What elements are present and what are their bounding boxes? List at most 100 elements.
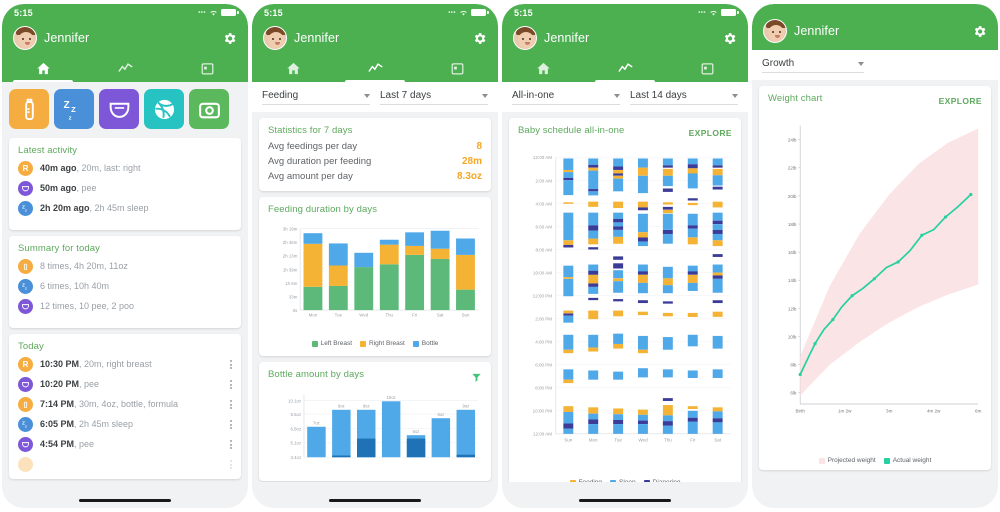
table-row-partial[interactable] — [18, 457, 232, 472]
schedule-block — [637, 201, 648, 208]
quick-actions-row[interactable]: Z Z z — [2, 82, 248, 132]
kebab-menu-icon[interactable] — [230, 420, 232, 429]
tab-stats[interactable] — [84, 55, 166, 82]
schedule-block — [563, 349, 574, 354]
kebab-menu-icon[interactable] — [230, 360, 232, 369]
table-row[interactable]: 7:14 PM, 30m, 4oz, bottle, formula — [18, 397, 232, 412]
quick-action-feeding[interactable] — [9, 89, 49, 129]
gear-icon[interactable] — [972, 24, 987, 39]
feeding-stats-body: Feeding Last 7 days Statistics for 7 day… — [252, 82, 498, 508]
schedule-block — [712, 407, 723, 412]
profile-row[interactable]: Jennifer — [252, 21, 498, 55]
tab-stats[interactable] — [334, 55, 416, 82]
gear-icon[interactable] — [722, 31, 737, 46]
schedule-block — [613, 212, 624, 219]
row-time: 4:54 PM — [40, 439, 75, 450]
baby-name: Jennifer — [44, 31, 90, 45]
filter-funnel-icon[interactable] — [471, 372, 482, 383]
quick-action-activity[interactable] — [144, 89, 184, 129]
category-select[interactable]: Feeding — [262, 90, 370, 105]
stat-value: 8 — [476, 141, 482, 152]
explore-button[interactable]: EXPLORE — [689, 128, 732, 138]
list-item: 8 times, 4h 20m, 11oz — [18, 259, 232, 274]
quick-action-more[interactable] — [189, 89, 229, 129]
gear-icon[interactable] — [472, 31, 487, 46]
schedule-block — [563, 423, 574, 429]
tab-home[interactable] — [2, 55, 84, 82]
list-item-detail: , 20m, last: right — [76, 163, 141, 174]
schedule-block — [588, 347, 599, 352]
quick-action-sleep[interactable]: Z Z z — [54, 89, 94, 129]
baby-avatar[interactable] — [263, 26, 287, 50]
table-row[interactable]: R 10:30 PM, 20m, right breast — [18, 357, 232, 372]
x-tick-label: Wed — [359, 313, 368, 318]
home-icon — [286, 62, 300, 75]
stat-row: Avg amount per day 8.3oz — [268, 171, 482, 182]
profile-row[interactable]: Jennifer — [752, 12, 998, 50]
tab-home[interactable] — [252, 55, 334, 82]
table-row[interactable]: 4:54 PM, pee — [18, 437, 232, 452]
schedule-block — [712, 158, 723, 166]
schedule-block — [662, 266, 673, 279]
schedule-block — [687, 158, 698, 165]
list-item-detail: , pee — [76, 183, 97, 194]
schedule-block — [588, 370, 599, 380]
table-row[interactable]: 10:20 PM, pee — [18, 377, 232, 392]
kebab-menu-icon[interactable] — [230, 400, 232, 409]
quick-action-diaper[interactable] — [99, 89, 139, 129]
card-title: Feeding duration by days — [268, 204, 378, 215]
filter-selectors[interactable]: All-in-one Last 14 days — [502, 82, 748, 112]
status-bar: 5:15 ••• — [252, 4, 498, 21]
y-tick-label: 4:00 AM — [535, 201, 552, 206]
profile-row[interactable]: Jennifer — [502, 21, 748, 55]
explore-button[interactable]: EXPLORE — [939, 96, 982, 106]
category-select[interactable]: Growth — [762, 58, 864, 73]
schedule-block — [613, 343, 624, 349]
baby-schedule-chart[interactable]: 12:00 AM 2:00 AM 4:00 AM 6:00 AM 8:00 AM 10:0… — [518, 141, 732, 471]
tab-bar[interactable] — [502, 55, 748, 82]
gear-icon[interactable] — [222, 31, 237, 46]
list-item[interactable]: Zz 2h 20m ago, 2h 45m sleep — [18, 201, 232, 216]
schedule-block — [687, 225, 698, 229]
schedule-block — [712, 369, 723, 378]
list-item[interactable]: R 40m ago, 20m, last: right — [18, 161, 232, 176]
y-tick-label: 12:00 AM — [533, 432, 552, 437]
kebab-menu-icon[interactable] — [230, 460, 232, 469]
weight-chart[interactable]: 24lb 22lb 20lb 18lb 16lb 14lb 12lb 10lb 8lb 6lb Bi… — [768, 109, 982, 449]
y-tick-label: 8.5oz — [291, 412, 302, 417]
baby-avatar[interactable] — [513, 26, 537, 50]
schedule-block — [662, 425, 673, 434]
legend-label: Left Breast — [320, 340, 353, 347]
schedule-block — [712, 278, 723, 293]
bar-value-label: 8oz — [438, 412, 445, 417]
list-item[interactable]: 50m ago, pee — [18, 181, 232, 196]
phone-screenshot-all-in-one: 5:15 ••• Jennifer All-in-one Last 14 day… — [502, 4, 748, 508]
bottle-amount-chart[interactable]: 10.1oz 8.5oz 6.8oz 5.1oz 3.4oz 7oz 9oz 9oz 10oz 6… — [268, 385, 482, 467]
schedule-block — [637, 232, 648, 238]
filter-selectors[interactable]: Growth — [752, 50, 998, 80]
status-time: 5:15 — [514, 7, 533, 18]
schedule-block — [588, 424, 599, 434]
schedule-block — [712, 418, 723, 423]
filter-selectors[interactable]: Feeding Last 7 days — [252, 82, 498, 112]
category-select[interactable]: All-in-one — [512, 90, 620, 105]
kebab-menu-icon[interactable] — [230, 380, 232, 389]
tab-calendar[interactable] — [166, 55, 248, 82]
feeding-duration-chart[interactable]: 3h 19m 2h 46m 2h 13m 1h 39m 1h 6m 33m 0s Mon Tue… — [268, 220, 482, 332]
tab-stats[interactable] — [584, 55, 666, 82]
signal-dots-icon: ••• — [698, 9, 706, 16]
period-select[interactable]: Last 14 days — [630, 90, 738, 105]
baby-avatar[interactable] — [763, 19, 787, 43]
tab-home[interactable] — [502, 55, 584, 82]
profile-row[interactable]: Jennifer — [2, 21, 248, 55]
kebab-menu-icon[interactable] — [230, 440, 232, 449]
schedule-block — [613, 175, 624, 179]
tab-calendar[interactable] — [416, 55, 498, 82]
tab-bar[interactable] — [252, 55, 498, 82]
baby-avatar[interactable] — [13, 26, 37, 50]
tab-calendar[interactable] — [666, 55, 748, 82]
schedule-block — [613, 299, 624, 302]
table-row[interactable]: Zz 6:05 PM, 2h 45m sleep — [18, 417, 232, 432]
tab-bar[interactable] — [2, 55, 248, 82]
period-select[interactable]: Last 7 days — [380, 90, 488, 105]
